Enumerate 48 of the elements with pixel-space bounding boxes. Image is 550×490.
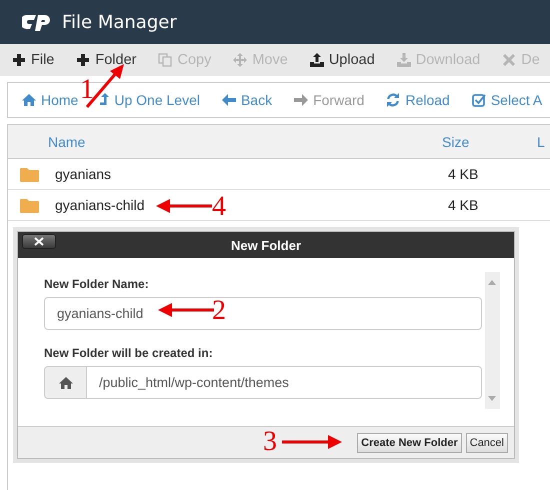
column-header[interactable]: L — [537, 134, 550, 150]
copy-icon — [158, 53, 172, 67]
move-icon — [233, 53, 248, 67]
column-header[interactable]: Size — [442, 134, 537, 150]
toolbar-button[interactable]: Upload — [310, 52, 375, 68]
toolbar-button[interactable]: Folder — [76, 52, 136, 68]
nav-button[interactable]: Back — [222, 92, 272, 108]
column-header[interactable]: Name — [48, 134, 442, 150]
close-button[interactable] — [22, 234, 56, 249]
annotation-arrow — [282, 435, 342, 449]
step-number: 4 — [212, 193, 226, 221]
step-number: 2 — [212, 297, 226, 325]
field-label: New Folder will be created in: — [44, 346, 214, 360]
path-field[interactable]: /public_html/wp-content/themes — [87, 366, 482, 399]
create-folder-button[interactable]: Create New Folder — [357, 432, 462, 452]
file-size: 4 KB — [447, 166, 480, 182]
annotation-arrow — [156, 199, 212, 213]
cancel-button[interactable]: Cancel — [466, 432, 508, 452]
checkbox-icon — [472, 93, 486, 107]
folder-icon — [20, 198, 39, 212]
annotation-arrow — [158, 303, 214, 317]
field-label: New Folder Name: — [44, 277, 150, 291]
scrollbar[interactable] — [485, 272, 500, 409]
upload-icon — [310, 53, 324, 67]
toolbar-button[interactable]: File — [12, 52, 54, 68]
cross-icon — [502, 53, 516, 67]
file-size: 4 KB — [447, 197, 480, 213]
download-icon — [396, 53, 411, 67]
file-name: gyanians — [55, 166, 112, 182]
folder-icon — [20, 166, 39, 182]
app-title: File Manager — [62, 12, 177, 32]
right-arrow-icon — [294, 93, 308, 107]
step-number: 3 — [263, 428, 277, 456]
step-number: 1 — [80, 76, 94, 104]
plus-icon — [12, 53, 26, 67]
up-arrow-icon — [100, 93, 110, 107]
reload-icon — [386, 93, 400, 107]
nav-button[interactable]: Reload — [386, 92, 450, 108]
left-arrow-icon — [222, 93, 236, 107]
home-icon — [58, 376, 72, 390]
nav-button[interactable]: Home — [22, 92, 78, 108]
file-name: gyanians-child — [55, 197, 144, 213]
home-icon — [22, 93, 36, 107]
dialog-title: New Folder — [230, 238, 302, 252]
plus-icon — [76, 53, 90, 67]
nav-button[interactable]: Select A — [472, 92, 542, 108]
close-icon — [34, 237, 44, 246]
nav-button[interactable]: Up One Level — [100, 92, 200, 108]
